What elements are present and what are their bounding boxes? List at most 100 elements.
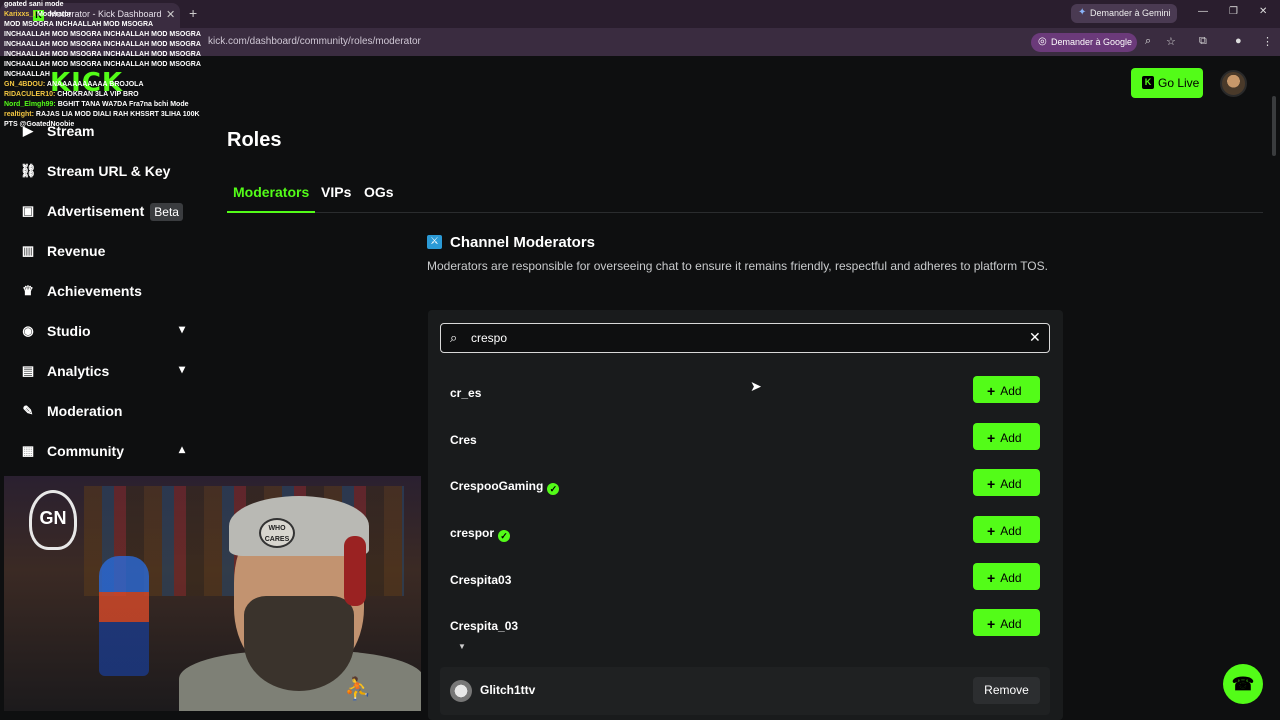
plus-icon: + — [987, 523, 996, 539]
chat-line: INCHAALLAH MOD MSOGRA INCHAALLAH MOD MSO… — [4, 51, 201, 58]
result-username: Crespita03 — [450, 573, 512, 587]
search-box[interactable]: ⌕ ✕ — [440, 323, 1050, 353]
chat-line: PTS @GoatedNoobie — [4, 121, 75, 128]
minimize-button[interactable]: — — [1198, 6, 1208, 17]
sidebar-item-label: Achievements — [47, 283, 142, 299]
chat-line: RIDACULER10: CHOKRAN 3LA VIP BRO — [4, 91, 139, 98]
clear-icon[interactable]: ✕ — [1029, 329, 1041, 346]
result-username: cr_es — [450, 386, 482, 400]
lens-icon: ◎ — [1038, 36, 1047, 47]
add-moderator-button[interactable]: + Add — [973, 516, 1040, 543]
plus-icon: + — [987, 476, 996, 492]
profile-icon[interactable]: ● — [1235, 35, 1242, 47]
bookmark-star-icon[interactable]: ☆ — [1166, 35, 1176, 48]
cap-patch: WHO CARES — [259, 518, 295, 548]
window-close-button[interactable]: ✕ — [1259, 6, 1267, 17]
zoom-icon[interactable]: ⌕ — [1145, 35, 1151, 48]
user-avatar[interactable] — [1220, 70, 1247, 97]
tab-moderators[interactable]: Moderators — [233, 184, 309, 200]
restore-button[interactable]: ❐ — [1229, 6, 1238, 17]
mouse-cursor-icon: ➤ — [750, 378, 762, 394]
moderator-sword-icon: ⚔ — [427, 235, 442, 249]
search-result-item: crespor ✓ + Add — [440, 513, 1050, 553]
result-username: CrespooGaming ✓ — [450, 479, 560, 495]
chat-line: INCHAALLAH — [4, 71, 50, 78]
search-input[interactable] — [471, 331, 1011, 345]
chat-line: GN_4BDOU: ANAAAAAAAAAA BROJOLA — [4, 81, 144, 88]
sidebar-item-label: Analytics — [47, 363, 110, 379]
beta-badge: Beta — [150, 203, 183, 221]
add-moderator-button[interactable]: + Add — [973, 376, 1040, 403]
go-live-button[interactable]: K Go Live — [1131, 68, 1203, 98]
moderator-avatar — [450, 680, 472, 702]
sidebar-item-label: Studio — [47, 323, 91, 339]
add-moderator-button[interactable]: + Add — [973, 609, 1040, 636]
add-moderator-button[interactable]: + Add — [973, 469, 1040, 496]
search-result-item: Cres + Add — [440, 420, 1050, 460]
result-username: Crespita_03 — [450, 619, 519, 633]
chat-line: INCHAALLAH MOD MSOGRA INCHAALLAH MOD MSO… — [4, 41, 201, 48]
result-username: crespor ✓ — [450, 526, 511, 542]
studio-icon: ◉ — [22, 323, 34, 338]
url-field[interactable]: kick.com/dashboard/community/roles/moder… — [208, 36, 421, 47]
search-result-item: Crespita_03 + Add — [440, 606, 1050, 646]
plus-icon: + — [987, 570, 996, 586]
chat-line: Karixxs_I Moderator — [4, 11, 72, 18]
tab-vips[interactable]: VIPs — [321, 184, 351, 200]
search-result-item: Crespita03 + Add — [440, 560, 1050, 600]
support-headset-icon[interactable]: ☎ — [1223, 664, 1263, 704]
plus-icon: + — [987, 383, 996, 399]
gemini-button[interactable]: ✦ Demander à Gemini — [1071, 4, 1177, 23]
verified-check-icon: ✓ — [498, 530, 511, 542]
chat-line: Nord_Elmgh99: BGHIT TANA WA7DA Fra7na bc… — [4, 101, 189, 108]
google-lens-button[interactable]: ◎ Demander à Google — [1031, 33, 1137, 52]
sidebar-item-label: Moderation — [47, 403, 123, 419]
extensions-icon[interactable]: ⧉ — [1199, 35, 1207, 48]
menu-kebab-icon[interactable]: ⋮ — [1262, 35, 1273, 48]
result-username: Cres — [450, 433, 477, 447]
page-scrollbar[interactable] — [1272, 96, 1276, 156]
remove-moderator-button[interactable]: Remove — [973, 677, 1040, 704]
google-label: Demander à Google — [1051, 37, 1133, 47]
add-moderator-button[interactable]: + Add — [973, 563, 1040, 590]
search-result-item: cr_es + Add — [440, 373, 1050, 413]
gemini-label: Demander à Gemini — [1090, 8, 1171, 18]
jordan-logo-icon: ⛹ — [344, 676, 372, 701]
chat-line: INCHAALLAH MOD MSOGRA INCHAALLAH MOD MSO… — [4, 31, 201, 38]
ad-icon: ▣ — [21, 203, 35, 218]
moderator-name: Glitch1ttv — [480, 683, 536, 697]
section-title: Channel Moderators — [450, 234, 596, 251]
analytics-icon: ▤ — [21, 363, 35, 378]
gn-logo: GN — [29, 490, 77, 550]
chart-icon: ▥ — [21, 243, 35, 258]
sidebar-item-label: Community — [47, 443, 124, 459]
chat-line: MOD MSOGRA INCHAALLAH MOD MSOGRA — [4, 21, 154, 28]
chat-line: realtight: RAJAS LIA MOD DIALI RAH KHSSR… — [4, 111, 200, 118]
chevron-down-icon: ▾ — [179, 362, 186, 376]
moderator-row: Glitch1ttv Remove — [440, 667, 1050, 715]
sidebar-item-label: Advertisement — [47, 203, 145, 219]
chevron-down-icon: ▾ — [179, 322, 186, 336]
headphones — [344, 536, 366, 606]
stream-chat-overlay: goated sani mode Karixxs_I Moderator MOD… — [4, 0, 224, 170]
sidebar-item-label: Revenue — [47, 243, 106, 259]
search-icon: ⌕ — [450, 330, 458, 345]
go-live-label: Go Live — [1158, 76, 1200, 90]
community-icon: ▦ — [21, 443, 35, 458]
search-result-item: CrespooGaming ✓ + Add — [440, 466, 1050, 506]
active-tab-indicator — [227, 211, 315, 213]
chat-line: goated sani mode — [4, 1, 64, 8]
webcam-overlay: GN WHO CARES ⛹ — [4, 476, 421, 711]
scroll-down-icon[interactable]: ▼ — [458, 642, 466, 651]
trophy-icon: ♛ — [22, 283, 34, 298]
streamer-beard — [244, 596, 354, 691]
wrench-icon: ✎ — [22, 403, 34, 418]
kick-k-icon: K — [1142, 76, 1154, 89]
verified-check-icon: ✓ — [547, 483, 560, 495]
chevron-up-icon: ▴ — [179, 442, 186, 456]
add-moderator-button[interactable]: + Add — [973, 423, 1040, 450]
action-figure — [99, 556, 149, 676]
tab-ogs[interactable]: OGs — [364, 184, 394, 200]
chat-line: INCHAALLAH MOD MSOGRA INCHAALLAH MOD MSO… — [4, 61, 201, 68]
section-description: Moderators are responsible for overseein… — [427, 259, 1048, 273]
